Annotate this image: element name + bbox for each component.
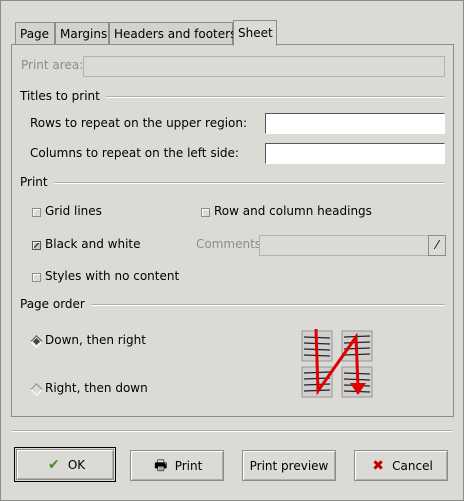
cancel-button-label: Cancel <box>392 458 433 473</box>
print-preview-button[interactable]: Print preview <box>242 450 336 481</box>
tab-margins[interactable]: Margins <box>55 22 109 44</box>
comments-dropdown-button[interactable]: ⁄ <box>428 235 446 256</box>
titles-section-title: Titles to print <box>20 89 106 103</box>
page-order-section-title: Page order <box>20 297 91 311</box>
rows-repeat-input[interactable] <box>265 113 445 134</box>
print-area-label: Print area: <box>21 58 84 72</box>
cancel-button[interactable]: ✖ Cancel <box>354 450 448 481</box>
page-order-section-header: Page order <box>20 297 445 311</box>
row-column-headings-checkbox[interactable] <box>201 208 210 217</box>
sheet-panel: Print area: Titles to print Rows to repe… <box>11 44 454 417</box>
ok-button-label: OK <box>67 457 86 472</box>
titles-section-header: Titles to print <box>20 89 445 103</box>
rows-repeat-label: Rows to repeat on the upper region: <box>30 116 248 130</box>
page-order-preview-icon <box>301 328 373 398</box>
print-preview-button-label: Print preview <box>249 458 329 473</box>
page-setup-dialog: Page Margins Headers and footers Sheet P… <box>0 0 464 501</box>
down-then-right-radio[interactable] <box>30 335 43 348</box>
right-then-down-radio[interactable] <box>30 383 43 396</box>
print-area-input[interactable] <box>83 56 445 77</box>
print-button[interactable]: 🖶 Print <box>130 450 224 481</box>
styles-no-content-checkbox[interactable] <box>32 273 41 282</box>
row-column-headings-label: Row and column headings <box>214 204 372 218</box>
button-separator <box>11 430 453 432</box>
black-white-label: Black and white <box>45 237 141 251</box>
printer-icon: 🖶 <box>154 457 168 474</box>
comments-combo-input[interactable] <box>259 235 429 256</box>
black-white-checkbox[interactable] <box>32 241 41 250</box>
chevron-down-icon: ⁄ <box>435 238 438 252</box>
down-then-right-label: Down, then right <box>45 333 146 347</box>
columns-repeat-label: Columns to repeat on the left side: <box>30 146 239 160</box>
print-section-title: Print <box>20 175 54 189</box>
ok-button[interactable]: ✔ OK <box>14 447 116 482</box>
tab-headers-footers[interactable]: Headers and footers <box>109 22 236 44</box>
comments-label: Comments <box>196 237 262 251</box>
check-icon: ✔ <box>47 456 60 473</box>
right-then-down-label: Right, then down <box>45 381 148 395</box>
tab-sheet[interactable]: Sheet <box>233 20 277 46</box>
grid-lines-label: Grid lines <box>45 204 102 218</box>
print-section-header: Print <box>20 175 445 189</box>
print-button-label: Print <box>174 458 203 473</box>
columns-repeat-input[interactable] <box>265 143 445 164</box>
styles-no-content-label: Styles with no content <box>45 269 180 283</box>
tab-page[interactable]: Page <box>15 22 55 44</box>
grid-lines-checkbox[interactable] <box>32 208 41 217</box>
close-icon: ✖ <box>372 457 385 474</box>
